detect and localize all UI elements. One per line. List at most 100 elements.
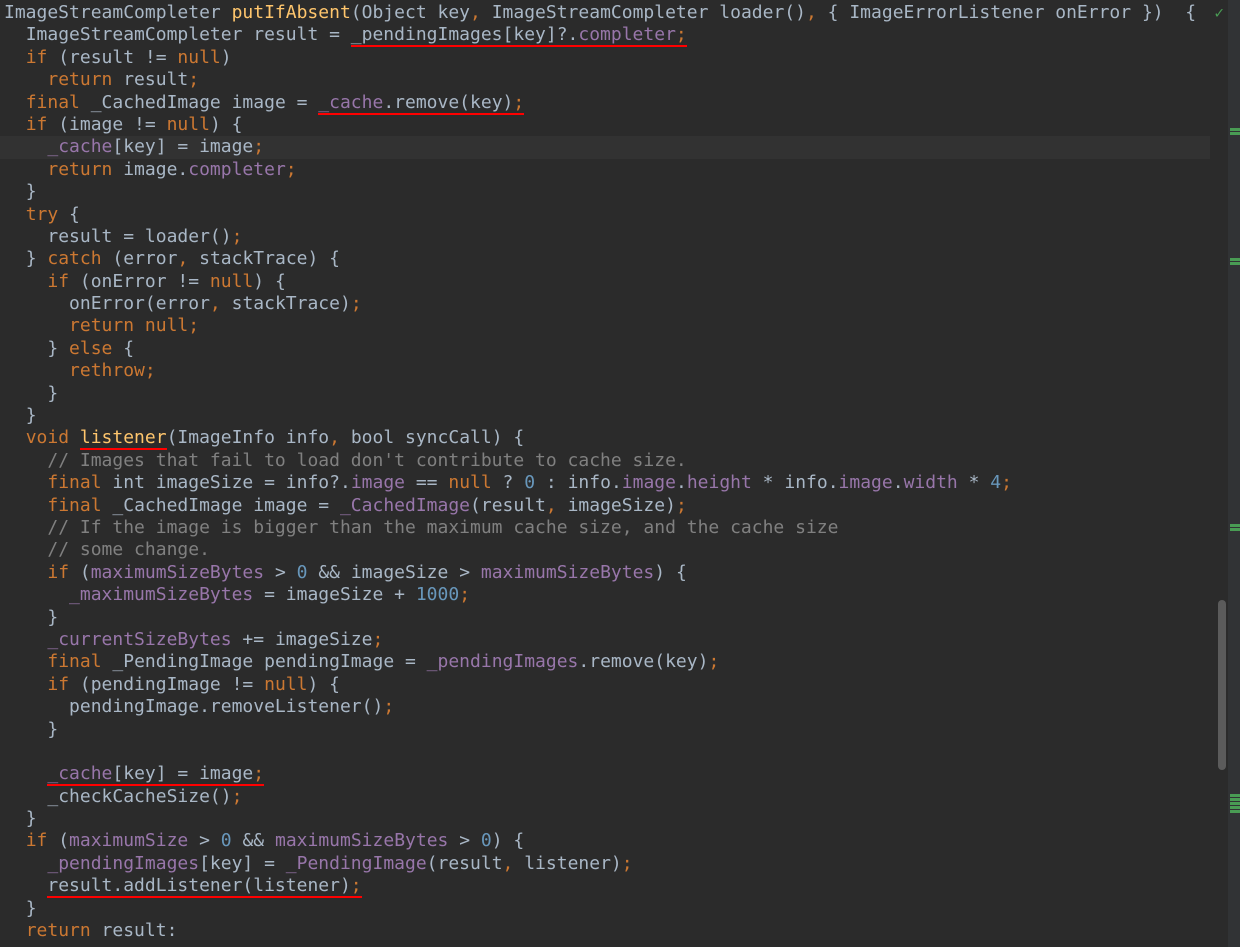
code-token: ;: [232, 786, 243, 807]
code-token: ) {: [1153, 2, 1196, 23]
code-line[interactable]: void listener(ImageInfo info, bool syncC…: [0, 427, 1210, 449]
code-line[interactable]: final int imageSize = info?.image == nul…: [0, 472, 1210, 494]
change-marker[interactable]: [1230, 132, 1240, 135]
code-line[interactable]: if (pendingImage != null) {: [0, 674, 1210, 696]
code-token: rethrow;: [69, 360, 156, 381]
code-token: _pendingImages: [47, 853, 199, 874]
code-line[interactable]: }: [0, 383, 1210, 405]
code-line[interactable]: rethrow;: [0, 360, 1210, 382]
code-line[interactable]: final _PendingImage pendingImage = _pend…: [0, 651, 1210, 673]
code-token: completer: [578, 24, 676, 45]
code-line[interactable]: // Images that fail to load don't contri…: [0, 450, 1210, 472]
code-line[interactable]: } else {: [0, 338, 1210, 360]
code-line[interactable]: if (maximumSize > 0 && maximumSizeBytes …: [0, 830, 1210, 852]
code-token: }: [26, 898, 37, 919]
code-token: ,: [177, 248, 199, 269]
code-line[interactable]: return image.completer;: [0, 159, 1210, 181]
code-line[interactable]: }: [0, 181, 1210, 203]
change-marker[interactable]: [1230, 528, 1240, 531]
code-line[interactable]: _maximumSizeBytes = imageSize + 1000;: [0, 584, 1210, 606]
code-line[interactable]: try {: [0, 204, 1210, 226]
code-line[interactable]: }: [0, 405, 1210, 427]
code-token: ) {: [210, 114, 243, 135]
code-token: width: [904, 472, 958, 493]
code-line[interactable]: final _CachedImage image = _CachedImage(…: [0, 495, 1210, 517]
code-token: (result: [470, 495, 546, 516]
code-token: ;: [232, 226, 243, 247]
code-token: try: [26, 204, 69, 225]
code-line[interactable]: _cache[key] = image;: [0, 136, 1210, 158]
code-token: ;: [676, 495, 687, 516]
code-line[interactable]: } catch (error, stackTrace) {: [0, 248, 1210, 270]
code-line[interactable]: if (result != null): [0, 47, 1210, 69]
code-token: (: [58, 830, 69, 851]
code-line[interactable]: onError(error, stackTrace);: [0, 293, 1210, 315]
change-marker[interactable]: [1230, 258, 1240, 261]
code-token: onError(error: [69, 293, 210, 314]
code-line[interactable]: return result:: [0, 920, 1210, 942]
code-token: ,: [329, 427, 351, 448]
code-token: ImageStreamCompleter: [4, 2, 232, 23]
code-token: .remove(key): [578, 651, 708, 672]
code-token: 0: [297, 562, 319, 583]
code-line[interactable]: result.addListener(listener);: [0, 875, 1210, 897]
code-token: { ImageErrorListener onError }: [828, 2, 1153, 23]
code-line[interactable]: return result;: [0, 69, 1210, 91]
code-line[interactable]: _checkCacheSize();: [0, 786, 1210, 808]
code-line[interactable]: }: [0, 607, 1210, 629]
code-token: 4: [990, 472, 1001, 493]
code-token: final: [47, 472, 112, 493]
code-token: ;: [513, 92, 524, 113]
change-marker[interactable]: [1230, 524, 1240, 527]
change-marker[interactable]: [1230, 806, 1240, 809]
code-token: ;: [351, 875, 362, 896]
change-marker[interactable]: [1230, 798, 1240, 801]
code-line[interactable]: }: [0, 719, 1210, 741]
change-marker[interactable]: [1230, 802, 1240, 805]
code-line[interactable]: if (maximumSizeBytes > 0 && imageSize > …: [0, 562, 1210, 584]
code-token: 1000: [416, 584, 459, 605]
code-line[interactable]: _pendingImages[key] = _PendingImage(resu…: [0, 853, 1210, 875]
change-marker[interactable]: [1230, 810, 1240, 813]
code-line[interactable]: if (onError != null) {: [0, 271, 1210, 293]
code-line[interactable]: [0, 741, 1210, 763]
code-token: 0: [524, 472, 546, 493]
code-token: final: [47, 651, 112, 672]
code-token: // Images that fail to load don't contri…: [47, 450, 686, 471]
code-line[interactable]: ImageStreamCompleter result = _pendingIm…: [0, 24, 1210, 46]
code-line[interactable]: _currentSizeBytes += imageSize;: [0, 629, 1210, 651]
code-line[interactable]: // If the image is bigger than the maxim…: [0, 517, 1210, 539]
code-token: : info.: [546, 472, 622, 493]
code-token: final: [47, 495, 112, 516]
code-token: null: [167, 114, 210, 135]
code-line[interactable]: _cache[key] = image;: [0, 763, 1210, 785]
scrollbar-thumb[interactable]: [1218, 600, 1226, 770]
code-line[interactable]: // some change.: [0, 539, 1210, 561]
code-token: ==: [405, 472, 448, 493]
code-token: [key] =: [199, 853, 286, 874]
code-token: }: [47, 719, 58, 740]
change-marker[interactable]: [1230, 128, 1240, 131]
code-token: >: [448, 830, 481, 851]
change-marker[interactable]: [1230, 794, 1240, 797]
code-line[interactable]: pendingImage.removeListener();: [0, 696, 1210, 718]
code-token: stackTrace) {: [199, 248, 340, 269]
code-token: }: [26, 405, 37, 426]
code-line[interactable]: }: [0, 898, 1210, 920]
code-line[interactable]: }: [0, 808, 1210, 830]
code-token: ;: [188, 69, 199, 90]
code-editor[interactable]: ImageStreamCompleter putIfAbsent(Object …: [0, 0, 1210, 947]
code-token: }: [26, 808, 37, 829]
code-token: imageSize): [568, 495, 676, 516]
code-line[interactable]: return null;: [0, 315, 1210, 337]
code-token: stackTrace): [232, 293, 351, 314]
code-token: null: [448, 472, 502, 493]
code-line[interactable]: ImageStreamCompleter putIfAbsent(Object …: [0, 2, 1210, 24]
code-token: _cache: [318, 92, 383, 113]
code-token: ;: [1001, 472, 1012, 493]
code-line[interactable]: final _CachedImage image = _cache.remove…: [0, 92, 1210, 114]
code-token: ImageStreamCompleter loader(): [492, 2, 806, 23]
code-line[interactable]: result = loader();: [0, 226, 1210, 248]
code-line[interactable]: if (image != null) {: [0, 114, 1210, 136]
change-marker[interactable]: [1230, 262, 1240, 265]
